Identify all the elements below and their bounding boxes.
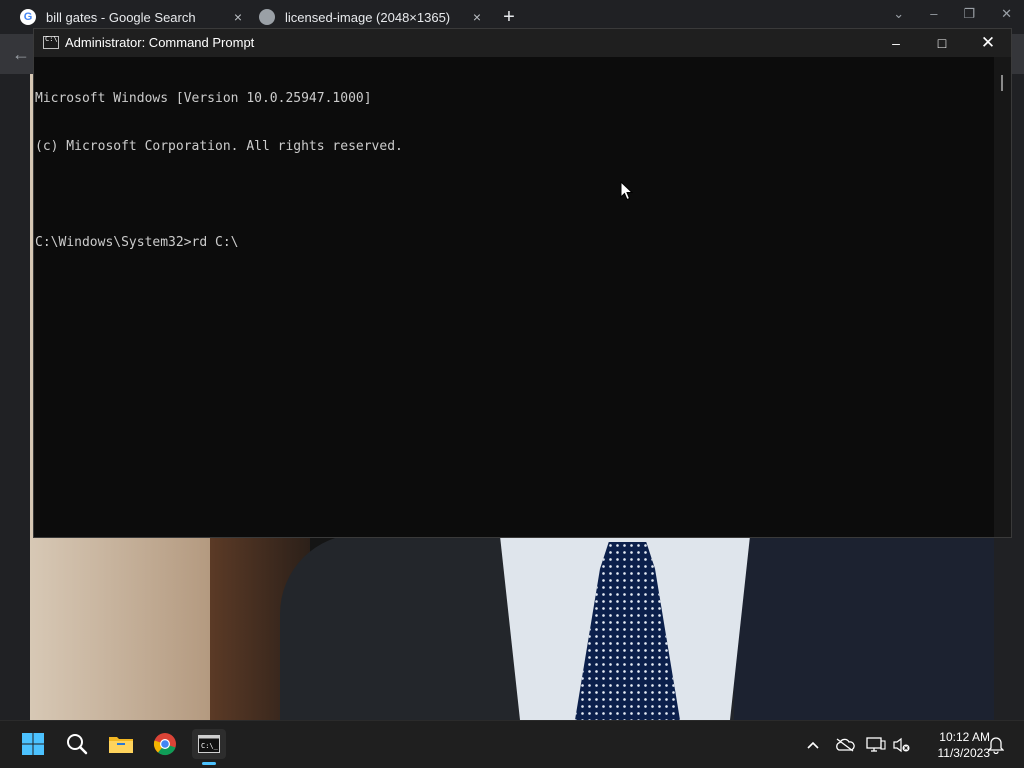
command-prompt-window[interactable]: Administrator: Command Prompt – □ ✕ Micr…	[33, 28, 1012, 538]
new-tab-button[interactable]: +	[500, 6, 518, 28]
chrome-icon[interactable]	[150, 729, 180, 759]
photo-suit	[734, 534, 994, 720]
tab-close-icon[interactable]: ×	[234, 9, 242, 25]
command-prompt-icon: C:\_	[198, 735, 220, 753]
taskbar: C:\_ 10:12 AM 11/3/2023	[0, 720, 1024, 768]
console-line: Microsoft Windows [Version 10.0.25947.10…	[35, 91, 372, 106]
console-line: (c) Microsoft Corporation. All rights re…	[35, 139, 403, 154]
console-output[interactable]: Microsoft Windows [Version 10.0.25947.10…	[34, 57, 994, 537]
window-title: Administrator: Command Prompt	[65, 35, 255, 50]
svg-text:C:\_: C:\_	[201, 742, 219, 750]
tab-close-icon[interactable]: ×	[473, 9, 481, 25]
chevron-up-icon[interactable]	[803, 735, 823, 755]
browser-window-controls: ⌄ – ❐ ✕	[893, 6, 1012, 22]
file-explorer-icon[interactable]	[106, 729, 136, 759]
google-icon: G	[20, 9, 36, 25]
vertical-scrollbar[interactable]	[994, 57, 1011, 537]
active-indicator	[202, 762, 216, 765]
notification-bell-icon[interactable]	[986, 735, 1006, 755]
restore-icon[interactable]: ❐	[963, 6, 975, 22]
maximize-button[interactable]: □	[922, 33, 962, 53]
clock-time: 10:12 AM	[939, 730, 990, 744]
close-button[interactable]: ✕	[968, 33, 1008, 53]
globe-icon	[259, 9, 275, 25]
command-prompt-icon	[43, 35, 59, 49]
tab-label: bill gates - Google Search	[46, 9, 196, 25]
minimize-icon[interactable]: –	[930, 6, 937, 22]
search-icon[interactable]	[62, 729, 92, 759]
tab-label: licensed-image (2048×1365)	[285, 9, 451, 25]
volume-muted-icon[interactable]	[892, 735, 912, 755]
network-icon[interactable]	[866, 735, 886, 755]
scrollbar-thumb[interactable]	[1001, 75, 1003, 91]
cmd-titlebar[interactable]: Administrator: Command Prompt – □ ✕	[34, 29, 1011, 57]
minimize-button[interactable]: –	[876, 33, 916, 53]
tab-search-icon[interactable]: ⌄	[893, 6, 904, 22]
clock-date: 11/3/2023	[937, 746, 991, 760]
onedrive-offline-icon[interactable]	[835, 735, 855, 755]
close-icon[interactable]: ✕	[1001, 6, 1012, 22]
start-icon[interactable]	[18, 729, 48, 759]
command-prompt-taskbar-button[interactable]: C:\_	[192, 729, 226, 765]
taskbar-clock[interactable]: 10:12 AM 11/3/2023	[920, 729, 991, 761]
back-arrow-icon[interactable]: ←	[12, 44, 30, 65]
console-prompt-line[interactable]: C:\Windows\System32>rd C:\	[35, 235, 994, 251]
